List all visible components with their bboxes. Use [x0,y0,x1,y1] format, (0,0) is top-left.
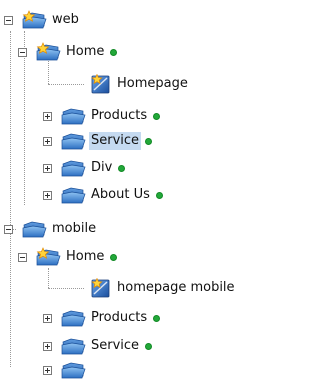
tree-node-web-service[interactable]: Service [43,130,153,152]
status-dot-icon [118,164,126,172]
status-dot-icon [155,191,163,199]
site-tree: web Home Homepage Products Service Div A… [0,0,259,379]
expand-toggle[interactable] [43,111,52,121]
status-dot-icon [145,137,153,145]
folder-icon [60,336,86,356]
node-label: Homepage [117,76,188,91]
tree-node-web-home[interactable]: Home [18,41,118,63]
folder-star-icon [21,10,47,30]
folder-icon [60,308,86,328]
status-dot-icon [110,48,118,56]
folder-icon [60,158,86,178]
tree-line [10,232,11,367]
expand-toggle[interactable] [43,313,52,323]
node-label: mobile [52,221,97,236]
tree-node-mobile-products[interactable]: Products [43,307,161,329]
expand-toggle[interactable] [43,136,52,146]
tree-line [10,31,11,229]
tree-node-web-about-us[interactable]: About Us [43,184,163,206]
collapse-toggle[interactable] [18,252,27,262]
tree-line [48,288,84,289]
node-label: homepage mobile [117,280,235,295]
collapse-toggle[interactable] [18,47,27,57]
tree-node-mobile-homepage[interactable]: homepage mobile [90,277,237,299]
node-label: Service [89,132,142,150]
expand-toggle[interactable] [43,341,52,351]
node-label: About Us [91,187,150,202]
tree-line [48,268,49,288]
status-dot-icon [110,253,118,261]
node-label: Home [66,44,105,59]
folder-icon [60,131,86,151]
folder-star-icon [35,247,61,267]
collapse-toggle[interactable] [4,224,13,234]
node-label: Products [91,310,148,325]
tree-node-web-homepage[interactable]: Homepage [90,73,190,95]
expand-toggle[interactable] [43,190,52,200]
page-star-icon [90,277,112,298]
tree-node-mobile-service[interactable]: Service [43,335,153,357]
node-label: Div [91,160,113,175]
folder-icon [60,360,86,380]
expand-toggle[interactable] [43,163,52,173]
tree-node-mobile[interactable]: mobile [4,218,98,240]
tree-node-web-products[interactable]: Products [43,105,161,127]
node-label: Home [66,249,105,264]
status-dot-icon [153,112,161,120]
node-label: Service [91,338,140,353]
folder-icon [60,106,86,126]
tree-line [48,84,84,85]
tree-node-web[interactable]: web [4,9,81,31]
folder-icon [60,185,86,205]
collapse-toggle[interactable] [4,15,13,25]
tree-node-clipped[interactable] [43,359,89,381]
status-dot-icon [145,342,153,350]
folder-icon [21,219,47,239]
node-label: Products [91,108,148,123]
tree-node-mobile-home[interactable]: Home [18,246,118,268]
status-dot-icon [153,314,161,322]
tree-node-web-div[interactable]: Div [43,157,126,179]
node-label: web [52,12,79,27]
page-star-icon [90,73,112,94]
folder-star-icon [35,42,61,62]
